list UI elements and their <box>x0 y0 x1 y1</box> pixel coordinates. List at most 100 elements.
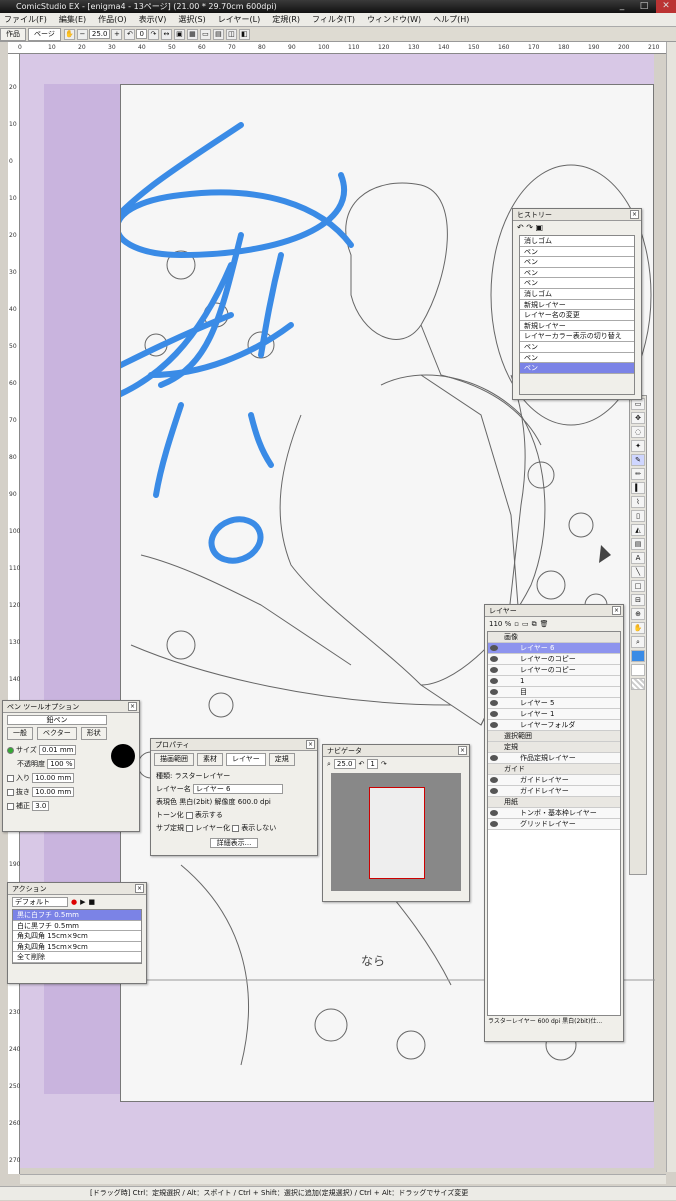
eye-icon[interactable] <box>490 689 498 695</box>
zoom-icon[interactable]: ⌕ <box>327 760 331 769</box>
maximize-button[interactable]: □ <box>634 0 654 13</box>
move-tool-icon[interactable]: ✥ <box>631 412 645 424</box>
pen-preset-select[interactable]: 鉛ペン <box>7 715 107 725</box>
menu-file[interactable]: ファイル(F) <box>4 14 47 25</box>
layer-zoom[interactable]: 110 % <box>489 620 511 628</box>
vertical-scrollbar[interactable] <box>666 42 676 1172</box>
menu-layer[interactable]: レイヤー(L) <box>218 14 260 25</box>
action-item[interactable]: 白に黒フチ 0.5mm <box>13 920 141 932</box>
layer-row[interactable]: レイヤーのコピー <box>488 654 620 665</box>
rotate-left-icon[interactable]: ↶ <box>124 28 136 40</box>
layer-group[interactable]: 選択範囲 <box>488 731 620 742</box>
hide-checkbox[interactable] <box>232 824 240 832</box>
rect-tool-icon[interactable]: □ <box>631 580 645 592</box>
history-item[interactable]: ペン <box>520 278 634 289</box>
action-item-selected[interactable]: 黒に白フチ 0.5mm <box>13 910 141 921</box>
eye-icon[interactable] <box>490 777 498 783</box>
correct-field[interactable]: 3.0 <box>32 801 50 811</box>
layer-name-field[interactable]: レイヤー 6 <box>193 784 284 794</box>
history-item[interactable]: ペン <box>520 257 634 268</box>
action-item[interactable]: 全て削除 <box>13 952 141 963</box>
rotate-right-icon[interactable]: ↷ <box>147 28 159 40</box>
play-icon[interactable]: ▶ <box>80 898 85 906</box>
history-item[interactable]: ペン <box>520 341 634 353</box>
line-tool-icon[interactable]: ╲ <box>631 566 645 578</box>
layer-row-selected[interactable]: レイヤー 6 <box>488 643 620 654</box>
eye-icon[interactable] <box>490 810 498 816</box>
history-item[interactable]: ペン <box>520 246 634 258</box>
layer-group[interactable]: 用紙 <box>488 797 620 808</box>
stop-icon[interactable]: ■ <box>89 898 96 906</box>
tab-work[interactable]: 作品 <box>0 27 26 41</box>
tab-ruler[interactable]: 定規 <box>268 753 295 766</box>
close-icon[interactable]: × <box>306 740 315 749</box>
menu-ruler[interactable]: 定規(R) <box>272 14 300 25</box>
size-field[interactable]: 0.01 mm <box>39 745 77 755</box>
menu-window[interactable]: ウィンドウ(W) <box>367 14 421 25</box>
snapshot-icon[interactable]: ▣ <box>536 223 544 232</box>
history-item[interactable]: 新規レイヤー <box>520 299 634 311</box>
trash-icon[interactable]: 🗑 <box>540 620 549 628</box>
in-checkbox[interactable] <box>7 774 14 782</box>
copy-icon[interactable]: ⧉ <box>532 620 537 629</box>
color-icon[interactable]: ◧ <box>238 28 250 40</box>
record-icon[interactable]: ● <box>71 898 77 906</box>
pencil-tool-icon[interactable]: ✏ <box>631 468 645 480</box>
layer-row[interactable]: レイヤーフォルダ <box>488 720 620 731</box>
ruler-tool-icon[interactable]: ⊟ <box>631 594 645 606</box>
tab-general[interactable]: 一般 <box>7 727 33 740</box>
wand-tool-icon[interactable]: ✦ <box>631 440 645 452</box>
tab-layer[interactable]: レイヤー <box>226 753 266 766</box>
tab-vector[interactable]: ベクター <box>37 727 77 740</box>
close-icon[interactable]: × <box>128 702 137 711</box>
history-item[interactable]: レイヤー名の変更 <box>520 310 634 321</box>
pen-tool-icon[interactable]: ✎ <box>631 454 645 466</box>
zoom-field[interactable]: 25.0 <box>88 29 111 39</box>
marker-tool-icon[interactable]: ▍ <box>631 482 645 494</box>
menu-help[interactable]: ヘルプ(H) <box>433 14 469 25</box>
brush-tool-icon[interactable]: ⌇ <box>631 496 645 508</box>
snap-icon[interactable]: ◫ <box>225 28 237 40</box>
nav-rotate-field[interactable]: 1 <box>367 759 378 769</box>
grid-icon[interactable]: ▦ <box>186 28 198 40</box>
lasso-tool-icon[interactable]: ◌ <box>631 426 645 438</box>
rotate-left-icon[interactable]: ↶ <box>359 760 365 768</box>
history-item-selected[interactable]: ペン <box>520 363 634 374</box>
action-item[interactable]: 角丸四角 15cm×9cm <box>13 931 141 942</box>
eye-icon[interactable] <box>490 722 498 728</box>
eye-icon[interactable] <box>490 645 498 651</box>
eraser-tool-icon[interactable]: ▯ <box>631 510 645 522</box>
opacity-field[interactable]: 100 % <box>47 759 76 769</box>
rotate-right-icon[interactable]: ↷ <box>381 760 387 768</box>
eye-icon[interactable] <box>490 678 498 684</box>
hand-tool-icon[interactable]: ✋ <box>631 622 645 634</box>
layer-row[interactable]: 1 <box>488 676 620 687</box>
layer-row[interactable]: トンボ・基本枠レイヤー <box>488 808 620 819</box>
tone-checkbox[interactable] <box>185 811 193 819</box>
layer-row[interactable]: レイヤー 1 <box>488 709 620 720</box>
tab-draw-range[interactable]: 描画範囲 <box>154 753 194 766</box>
guide-icon[interactable]: ▤ <box>212 28 224 40</box>
fill-tool-icon[interactable]: ◭ <box>631 524 645 536</box>
zoom-out-icon[interactable]: − <box>76 28 88 40</box>
out-checkbox[interactable] <box>7 788 14 796</box>
ruler-icon[interactable]: ▭ <box>199 28 211 40</box>
layer-row[interactable]: ガイドレイヤー <box>488 786 620 797</box>
eye-icon[interactable] <box>490 667 498 673</box>
text-tool-icon[interactable]: A <box>631 552 645 564</box>
fit-icon[interactable]: ▣ <box>173 28 185 40</box>
detail-button[interactable]: 詳細表示... <box>209 838 259 848</box>
minimize-button[interactable]: _ <box>612 0 632 13</box>
rotate-field[interactable]: 0 <box>136 29 147 39</box>
history-item[interactable]: レイヤーカラー表示の切り替え <box>520 331 634 342</box>
close-icon[interactable]: × <box>458 746 467 755</box>
layer-row[interactable]: レイヤー 5 <box>488 698 620 709</box>
zoom-in-icon[interactable]: + <box>111 28 123 40</box>
layer-group[interactable]: 画像 <box>488 632 620 643</box>
history-item[interactable]: 新規レイヤー <box>520 320 634 332</box>
flip-icon[interactable]: ↔ <box>160 28 172 40</box>
eye-icon[interactable] <box>490 700 498 706</box>
history-item[interactable]: 消しゴム <box>520 236 634 247</box>
layer-row[interactable]: ガイドレイヤー <box>488 775 620 786</box>
undo-icon[interactable]: ↶ <box>517 223 524 232</box>
